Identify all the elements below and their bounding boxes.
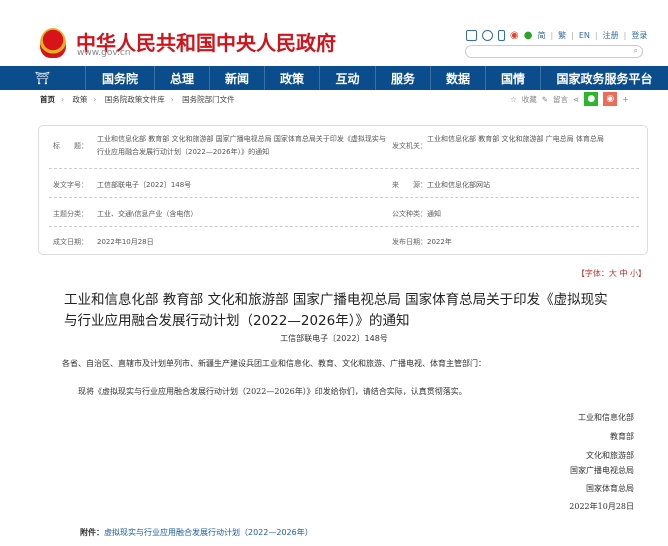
issuer-label: 发文机关： (392, 142, 427, 150)
nav-national-info[interactable]: 国情 (486, 66, 541, 90)
docno-value: 工信部联电子〔2022〕148号 (97, 181, 192, 189)
link-english[interactable]: EN (579, 31, 590, 40)
nav-policy[interactable]: 政策 (265, 66, 320, 90)
main-nav: ⛩ 国务院 总理 新闻 政策 互动 服务 数据 国情 国家政务服务平台 (0, 66, 668, 90)
app-icon[interactable] (482, 30, 493, 41)
search-input[interactable]: ⌕ (465, 45, 643, 58)
salutation: 各省、自治区、直辖市及计划单列市、新疆生产建设兵团工业和信息化、教育、文化和旅游… (62, 359, 486, 368)
star-icon[interactable]: ☆ (510, 95, 517, 104)
link-login[interactable]: 登录 (631, 30, 647, 41)
published-date-value: 2022年 (427, 238, 452, 246)
breadcrumb-home[interactable]: 首页 (40, 95, 55, 104)
share-icon[interactable]: ⋖ (573, 95, 579, 104)
site-url: www.gov.cn (77, 48, 131, 58)
font-size-small[interactable]: 小 (630, 269, 638, 278)
header-tools: ◉ ● 简 | 繁 | EN | 注册 | 登录 (466, 30, 647, 41)
breadcrumb-policy[interactable]: 政策 (72, 95, 87, 104)
topic-value: 工业、交通\信息产业（含电信） (97, 210, 198, 218)
signature-nrta: 国家广播电视总局 (570, 466, 634, 475)
font-size-large[interactable]: 大 (609, 269, 617, 278)
written-date-label: 成文日期： (53, 238, 88, 246)
nav-premier[interactable]: 总理 (155, 66, 210, 90)
mobile-icon[interactable] (498, 30, 505, 41)
meta-row-title: 标 题： 工业和信息化部 教育部 文化和旅游部 国家广播电视总局 国家体育总局关… (49, 126, 639, 169)
national-emblem-logo[interactable] (40, 28, 66, 58)
link-register[interactable]: 注册 (603, 30, 619, 41)
nav-services[interactable]: 服务 (376, 66, 431, 90)
wechat-icon[interactable]: ● (524, 30, 533, 41)
attachment-label: 附件： (80, 528, 104, 537)
nav-interaction[interactable]: 互动 (320, 66, 376, 90)
home-gate-icon[interactable]: ⛩ (0, 66, 86, 90)
nav-gov-service-platform[interactable]: 国家政务服务平台 (541, 66, 668, 90)
font-size-selector: 【字体：大 中 小】 (577, 268, 646, 279)
favorite-button[interactable]: 收藏 (522, 94, 537, 105)
nav-state-council[interactable]: 国务院 (86, 66, 155, 90)
breadcrumb-policy-library[interactable]: 国务院政策文件库 (105, 95, 165, 104)
share-bar: ☆ 收藏 ✎ 留言 ⋖ ● ◉ + (510, 92, 629, 106)
issuer-value: 工业和信息化部 教育部 文化和旅游部 广电总局 体育总局 (427, 135, 604, 143)
signature-mct: 文化和旅游部 (586, 451, 634, 460)
font-size-medium[interactable]: 中 (619, 269, 627, 278)
title-value: 工业和信息化部 教育部 文化和旅游部 国家广播电视总局 国家体育总局关于印发《虚… (97, 135, 386, 156)
more-share-icon[interactable]: + (622, 95, 628, 104)
document-number: 工信部联电子〔2022〕148号 (280, 334, 388, 343)
body-paragraph: 现将《虚拟现实与行业应用融合发展行动计划（2022—2026年）》印发给你们，请… (78, 387, 467, 396)
site-header: 中华人民共和国中央人民政府 www.gov.cn ◉ ● 简 | 繁 | EN | 注… (0, 0, 668, 66)
meta-row-dates: 成文日期： 2022年10月28日 发布日期： 2022年 (49, 227, 639, 255)
nav-news[interactable]: 新闻 (210, 66, 265, 90)
source-value: 工业和信息化部网站 (427, 181, 490, 189)
type-label: 公文种类： (392, 210, 427, 218)
link-simplified[interactable]: 简 (537, 30, 545, 41)
topic-label: 主题分类： (53, 210, 88, 218)
signature-sport: 国家体育总局 (586, 484, 634, 493)
breadcrumb: 首页 › 政策 › 国务院政策文件库 › 国务院部门文件 (40, 95, 235, 104)
source-label: 来 源： (392, 181, 427, 189)
signature-miit: 工业和信息化部 (578, 413, 634, 422)
meta-row-topic: 主题分类： 工业、交通\信息产业（含电信） 公文种类： 通知 (49, 198, 639, 227)
weibo-icon[interactable]: ◉ (510, 30, 519, 41)
wechat-share-icon[interactable]: ● (584, 92, 599, 106)
font-size-label: 【字体： (576, 269, 609, 278)
title-label: 标 题： (53, 142, 88, 150)
written-date-value: 2022年10月28日 (97, 238, 154, 246)
search-icon[interactable]: ⌕ (634, 46, 638, 56)
attachment: 附件：虚拟现实与行业应用融合发展行动计划（2022—2026年） (80, 527, 313, 538)
font-size-end: 】 (638, 269, 646, 278)
document-meta-table: 标 题： 工业和信息化部 教育部 文化和旅游部 国家广播电视总局 国家体育总局关… (38, 125, 648, 255)
pen-icon[interactable]: ✎ (542, 95, 548, 104)
mail-icon[interactable] (466, 30, 477, 41)
document-title: 工业和信息化部 教育部 文化和旅游部 国家广播电视总局 国家体育总局关于印发《虚… (64, 292, 608, 329)
weibo-share-icon[interactable]: ◉ (603, 92, 618, 106)
comment-button[interactable]: 留言 (553, 94, 568, 105)
docno-label: 发文字号： (53, 181, 88, 189)
type-value: 通知 (427, 210, 441, 218)
meta-row-docno: 发文字号： 工信部联电子〔2022〕148号 来 源： 工业和信息化部网站 (49, 169, 639, 198)
published-date-label: 发布日期： (392, 238, 427, 246)
signature-moe: 教育部 (610, 432, 634, 441)
nav-data[interactable]: 数据 (431, 66, 486, 90)
attachment-link[interactable]: 虚拟现实与行业应用融合发展行动计划（2022—2026年） (104, 528, 313, 537)
link-traditional[interactable]: 繁 (558, 30, 566, 41)
signature-date: 2022年10月28日 (569, 502, 634, 511)
breadcrumb-department-docs[interactable]: 国务院部门文件 (182, 95, 235, 104)
